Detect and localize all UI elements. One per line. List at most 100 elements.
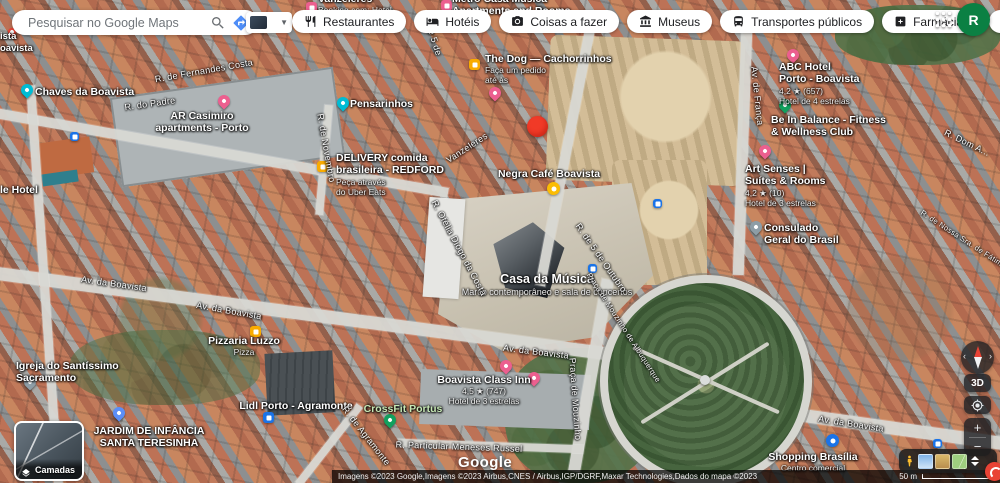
account-avatar[interactable]: R <box>957 3 990 36</box>
label-subline: Hotel de 4 estrelas <box>779 96 860 106</box>
label-line: Boavista Class Inn <box>437 374 530 386</box>
pin-cafe-negra[interactable] <box>547 182 560 195</box>
label-line: Art Senses | <box>745 163 826 175</box>
selected-location-marker[interactable] <box>527 116 548 137</box>
chevron-down-icon <box>971 462 979 466</box>
label-line: Suítes & Rooms <box>745 175 826 187</box>
label-line: brasileira - REDFORD <box>336 164 444 176</box>
map-label-be-in-balance[interactable]: Be In Balance - Fitness& Wellness Club <box>771 114 886 139</box>
map-label-crossfit-portus[interactable]: CrossFit Portus <box>364 403 443 415</box>
label-line: oavista <box>0 43 33 54</box>
zoom-in-button[interactable]: + <box>964 418 991 437</box>
map-label-ar-casimiro[interactable]: AR Casimiroapartments - Porto <box>155 110 248 135</box>
label-line: JARDIM DE INFÂNCIA <box>94 425 205 437</box>
map-label-frag-ista[interactable]: ista <box>0 31 16 42</box>
pin-restaurant-the-dog[interactable] <box>469 59 480 70</box>
label-line: Chaves da Boavista <box>35 86 134 98</box>
red-circle-badge[interactable] <box>985 462 1000 481</box>
layers-icon <box>21 465 31 475</box>
label-line: Negra Café Boavista <box>498 168 600 180</box>
scale-label: 50 m <box>899 472 917 481</box>
map-label-abc-hotel[interactable]: ABC HotelPorto - Boavista4,2 ★ (657)Hote… <box>779 61 860 106</box>
map-label-the-dog[interactable]: The Dog — CachorrinhosFaça um pedidoaté … <box>485 53 612 85</box>
chip-label: Coisas a fazer <box>530 15 607 29</box>
pin-transit-3[interactable] <box>933 439 942 448</box>
map-label-lidl-agramonte[interactable]: Lidl Porto - Agramonte <box>239 400 352 412</box>
layers-bar: Camadas <box>16 459 82 479</box>
compass-control[interactable]: ‹ › <box>961 341 994 374</box>
pin-transit-2[interactable] <box>653 199 662 208</box>
pin-transit-4[interactable] <box>70 132 79 141</box>
map-label-negra-cafe[interactable]: Negra Café Boavista <box>498 168 600 180</box>
chip-label: Museus <box>658 15 700 29</box>
google-apps-icon[interactable] <box>933 9 954 30</box>
satellite-thumbnail <box>250 16 267 29</box>
layers-widget[interactable]: Camadas <box>14 421 84 481</box>
search-icon[interactable] <box>210 15 226 31</box>
label-subline: 4,5 ★ (747) <box>437 386 530 396</box>
chip-hoteis[interactable]: Hotéis <box>414 10 491 33</box>
map-label-boavista-class-inn[interactable]: Boavista Class Inn4,5 ★ (747)Hotel de 3 … <box>437 374 530 406</box>
label-line: CrossFit Portus <box>364 403 443 415</box>
search-input[interactable] <box>26 15 204 31</box>
label-line: le Hotel <box>0 184 38 196</box>
coisas-a-fazer-icon <box>511 15 524 28</box>
map-label-frag-hotel[interactable]: le Hotel <box>0 184 38 196</box>
label-line: Pensarinhos <box>350 98 413 110</box>
label-line: ista <box>0 31 16 42</box>
chip-multibancos[interactable]: Multibancos <box>989 10 1000 33</box>
label-line: Igreja do Santíssimo <box>16 360 119 372</box>
pin-shop-lidl[interactable] <box>263 412 274 423</box>
label-subline: do Uber Eats <box>336 187 444 197</box>
rotate-right-icon: › <box>989 352 992 361</box>
hoteis-icon <box>426 15 439 28</box>
map-label-jardim-infancia[interactable]: JARDIM DE INFÂNCIASANTA TERESINHA <box>94 425 205 450</box>
avatar-letter: R <box>968 12 978 28</box>
layers-label: Camadas <box>35 465 75 475</box>
map-type-toggle[interactable]: ▼ <box>246 12 292 33</box>
label-line: Geral do Brasil <box>764 234 839 246</box>
label-line: Lidl Porto - Agramonte <box>239 400 352 412</box>
label-line: AR Casimiro <box>155 110 248 122</box>
label-line: Pizzaria Luzzo <box>208 335 280 347</box>
imagery-thumbnail[interactable] <box>935 454 950 469</box>
map-label-redford[interactable]: DELIVERY comidabrasileira - REDFORDPeça … <box>336 152 444 197</box>
category-chips: Restaurantes Hotéis Coisas a fazer Museus Tr… <box>292 10 1000 33</box>
chip-label: Hotéis <box>445 15 479 29</box>
pegman-icon[interactable] <box>903 452 916 470</box>
carousel-collapse[interactable] <box>971 456 979 466</box>
attribution-bar: Imagens ©2023 Google,Imagens ©2023 Airbu… <box>332 470 1000 483</box>
chip-coisas-a-fazer[interactable]: Coisas a fazer <box>499 10 619 33</box>
map-label-chaves-da-boavista[interactable]: Chaves da Boavista <box>35 86 134 98</box>
label-subline: Hotel de 3 estrelas <box>745 198 826 208</box>
chevron-down-icon: ▼ <box>280 18 288 27</box>
label-line: apartments - Porto <box>155 122 248 134</box>
rotate-left-icon: ‹ <box>963 352 966 361</box>
my-location-button[interactable] <box>964 396 991 414</box>
imagery-thumbnail[interactable] <box>918 454 933 469</box>
chip-museus[interactable]: Museus <box>627 10 712 33</box>
scale-control[interactable]: 50 m <box>899 472 994 481</box>
transportes-publicos-icon <box>732 15 745 28</box>
map-label-pensarinhos[interactable]: Pensarinhos <box>350 98 413 110</box>
pin-shop-brasilia[interactable] <box>826 434 839 447</box>
map-label-frag-oavista[interactable]: oavista <box>0 43 33 54</box>
scale-bar <box>922 474 992 479</box>
label-subline: Faça um pedido <box>485 65 612 75</box>
chip-restaurantes[interactable]: Restaurantes <box>292 10 406 33</box>
chip-transportes-publicos[interactable]: Transportes públicos <box>720 10 874 33</box>
satellite-map[interactable]: VanzeleresBooking.com: HotelMetro Casa M… <box>0 0 1000 483</box>
map-label-pizzaria-luzzo[interactable]: Pizzaria LuzzoPizza <box>208 335 280 357</box>
label-line: ABC Hotel <box>779 61 860 73</box>
imagery-thumbnail[interactable] <box>952 454 967 469</box>
map-label-art-senses[interactable]: Art Senses |Suítes & Rooms4,2 ★ (10)Hote… <box>745 163 826 208</box>
farmacias-icon <box>894 15 907 28</box>
map-label-consulado-brasil[interactable]: ConsuladoGeral do Brasil <box>764 222 839 247</box>
crosshair-icon <box>971 399 984 412</box>
label-line: The Dog — Cachorrinhos <box>485 53 612 65</box>
search-bar[interactable] <box>12 10 258 35</box>
map-label-igreja-sacramento[interactable]: Igreja do SantíssimoSacramento <box>16 360 119 385</box>
label-subline: 4,2 ★ (10) <box>745 188 826 198</box>
3d-button[interactable]: 3D <box>964 374 991 392</box>
label-line: Be In Balance - Fitness <box>771 114 886 126</box>
